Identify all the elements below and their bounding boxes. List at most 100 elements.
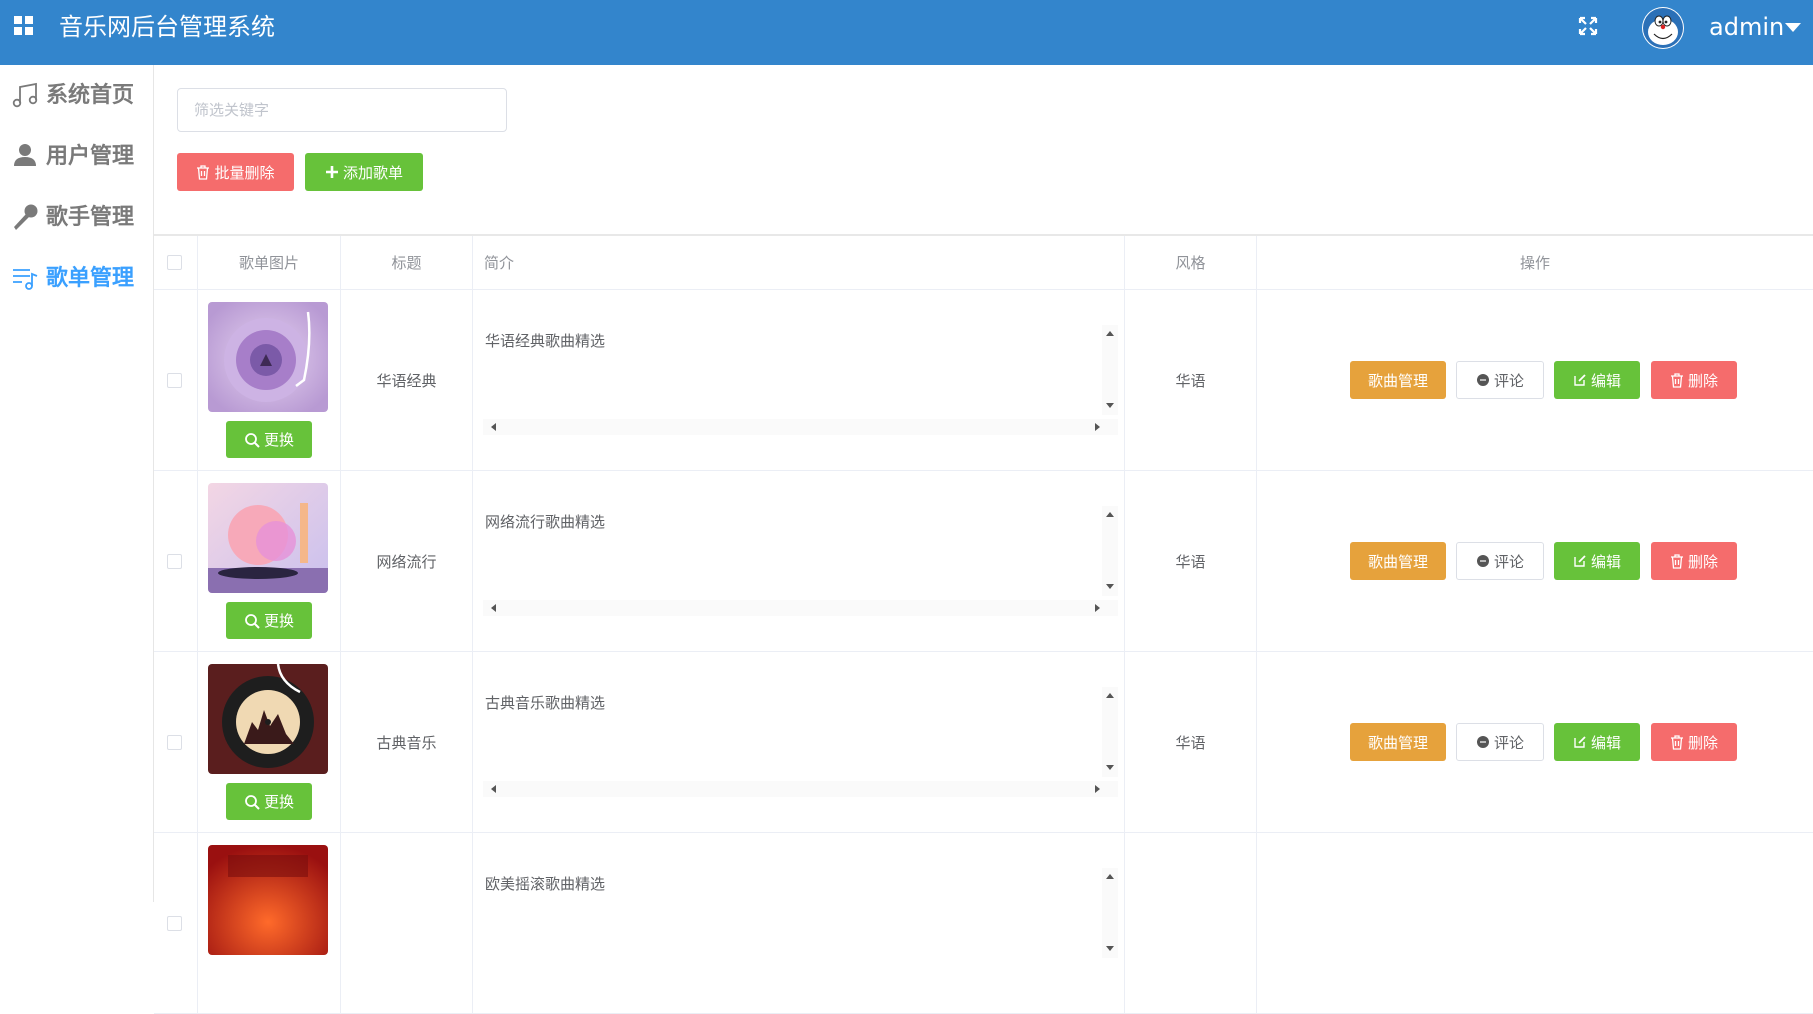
- edit-button[interactable]: 编辑: [1554, 361, 1640, 399]
- style-cell: [1125, 833, 1257, 1014]
- playlist-intro: 古典音乐歌曲精选: [485, 694, 606, 712]
- sidebar-item-home[interactable]: 系统首页: [10, 75, 150, 115]
- image-cell: 更换: [198, 471, 341, 652]
- edit-button[interactable]: 编辑: [1554, 723, 1640, 761]
- scroll-up-icon[interactable]: [1106, 512, 1114, 517]
- horizontal-scrollbar[interactable]: [483, 781, 1118, 797]
- change-image-button[interactable]: 更换: [226, 421, 312, 458]
- actions-cell: [1257, 833, 1813, 1014]
- username[interactable]: admin: [1709, 10, 1784, 44]
- select-all-checkbox[interactable]: [167, 255, 182, 270]
- sidebar-item-label: 歌手管理: [46, 205, 135, 230]
- change-image-label: 更换: [263, 431, 294, 449]
- search-icon: [245, 432, 260, 448]
- row-checkbox[interactable]: [167, 554, 182, 569]
- scroll-right-icon[interactable]: [1095, 423, 1100, 431]
- select-cell: [154, 471, 198, 652]
- select-cell: [154, 652, 198, 833]
- scroll-down-icon[interactable]: [1106, 765, 1114, 770]
- scroll-right-icon[interactable]: [1095, 785, 1100, 793]
- delete-button[interactable]: 删除: [1651, 361, 1737, 399]
- playlist-icon: [13, 269, 38, 290]
- image-cell: [198, 833, 341, 1014]
- scroll-right-icon[interactable]: [1095, 604, 1100, 612]
- title-cell: 华语经典: [341, 290, 473, 471]
- music-note-icon: [12, 82, 38, 108]
- edit-button[interactable]: 编辑: [1554, 542, 1640, 580]
- sidebar-item-playlists[interactable]: 歌单管理: [10, 258, 150, 298]
- comment-button[interactable]: 评论: [1456, 723, 1544, 761]
- comment-label: 评论: [1493, 371, 1524, 390]
- edit-label: 编辑: [1590, 552, 1621, 571]
- style-cell: 华语: [1125, 652, 1257, 833]
- caret-down-icon[interactable]: [1785, 23, 1801, 32]
- microphone-icon: [14, 204, 38, 230]
- comment-button[interactable]: 评论: [1456, 542, 1544, 580]
- scroll-down-icon[interactable]: [1106, 403, 1114, 408]
- avatar[interactable]: [1642, 7, 1684, 49]
- edit-icon: [1574, 555, 1586, 567]
- playlist-style: 华语: [1175, 372, 1206, 390]
- song-manage-button[interactable]: 歌曲管理: [1350, 361, 1446, 399]
- horizontal-scrollbar[interactable]: [483, 600, 1118, 616]
- sidebar-item-singers[interactable]: 歌手管理: [10, 197, 150, 237]
- add-playlist-label: 添加歌单: [342, 163, 403, 182]
- change-image-button[interactable]: 更换: [226, 783, 312, 820]
- sidebar-item-label: 用户管理: [46, 144, 135, 169]
- scroll-left-icon[interactable]: [491, 423, 496, 431]
- intro-cell[interactable]: 华语经典歌曲精选: [473, 290, 1125, 471]
- song-manage-button[interactable]: 歌曲管理: [1350, 723, 1446, 761]
- delete-button[interactable]: 删除: [1651, 723, 1737, 761]
- intro-textarea[interactable]: 古典音乐歌曲精选: [483, 687, 1118, 797]
- header-style: 风格: [1125, 236, 1257, 290]
- vertical-scrollbar[interactable]: [1102, 506, 1118, 596]
- add-playlist-button[interactable]: 添加歌单: [305, 153, 423, 191]
- fullscreen-icon[interactable]: [1578, 16, 1598, 36]
- scroll-down-icon[interactable]: [1106, 584, 1114, 589]
- intro-cell[interactable]: 网络流行歌曲精选: [473, 471, 1125, 652]
- intro-textarea[interactable]: 华语经典歌曲精选: [483, 325, 1118, 435]
- sidebar: 系统首页 用户管理 歌手管理 歌单管理: [0, 65, 154, 902]
- delete-button[interactable]: 删除: [1651, 542, 1737, 580]
- playlist-intro: 网络流行歌曲精选: [485, 513, 606, 531]
- filter-keyword-input[interactable]: [177, 88, 507, 132]
- sidebar-item-users[interactable]: 用户管理: [10, 136, 150, 176]
- scroll-left-icon[interactable]: [491, 604, 496, 612]
- edit-label: 编辑: [1590, 733, 1621, 752]
- vertical-scrollbar[interactable]: [1102, 325, 1118, 415]
- vertical-scrollbar[interactable]: [1102, 868, 1118, 958]
- playlist-style: 华语: [1175, 553, 1206, 571]
- song-manage-button[interactable]: 歌曲管理: [1350, 542, 1446, 580]
- batch-delete-button[interactable]: 批量删除: [177, 153, 294, 191]
- select-cell: [154, 290, 198, 471]
- change-image-label: 更换: [263, 612, 294, 630]
- change-image-button[interactable]: 更换: [226, 602, 312, 639]
- menu-grid-icon[interactable]: [14, 16, 34, 36]
- scroll-up-icon[interactable]: [1106, 693, 1114, 698]
- playlist-intro: 华语经典歌曲精选: [485, 332, 606, 350]
- comment-button[interactable]: 评论: [1456, 361, 1544, 399]
- intro-cell[interactable]: 欧美摇滚歌曲精选: [473, 833, 1125, 1014]
- trash-icon: [1670, 372, 1683, 388]
- delete-label: 删除: [1687, 733, 1718, 752]
- batch-delete-label: 批量删除: [214, 163, 275, 182]
- vertical-scrollbar[interactable]: [1102, 687, 1118, 777]
- intro-textarea[interactable]: 网络流行歌曲精选: [483, 506, 1118, 616]
- scroll-down-icon[interactable]: [1106, 946, 1114, 951]
- change-image-label: 更换: [263, 793, 294, 811]
- playlist-cover-image: [208, 483, 328, 593]
- row-checkbox[interactable]: [167, 916, 182, 931]
- header-select-cell: [154, 236, 198, 290]
- row-checkbox[interactable]: [167, 735, 182, 750]
- playlist-intro: 欧美摇滚歌曲精选: [485, 875, 606, 893]
- scroll-left-icon[interactable]: [491, 785, 496, 793]
- table-row: 更换 网络流行 网络流行歌曲精选 华语 歌曲管理 评论 编辑 删除: [154, 471, 1813, 652]
- scroll-up-icon[interactable]: [1106, 874, 1114, 879]
- intro-cell[interactable]: 古典音乐歌曲精选: [473, 652, 1125, 833]
- intro-textarea[interactable]: 欧美摇滚歌曲精选: [483, 868, 1118, 978]
- delete-label: 删除: [1687, 371, 1718, 390]
- playlist-title: 华语经典: [376, 372, 437, 390]
- row-checkbox[interactable]: [167, 373, 182, 388]
- scroll-up-icon[interactable]: [1106, 331, 1114, 336]
- horizontal-scrollbar[interactable]: [483, 419, 1118, 435]
